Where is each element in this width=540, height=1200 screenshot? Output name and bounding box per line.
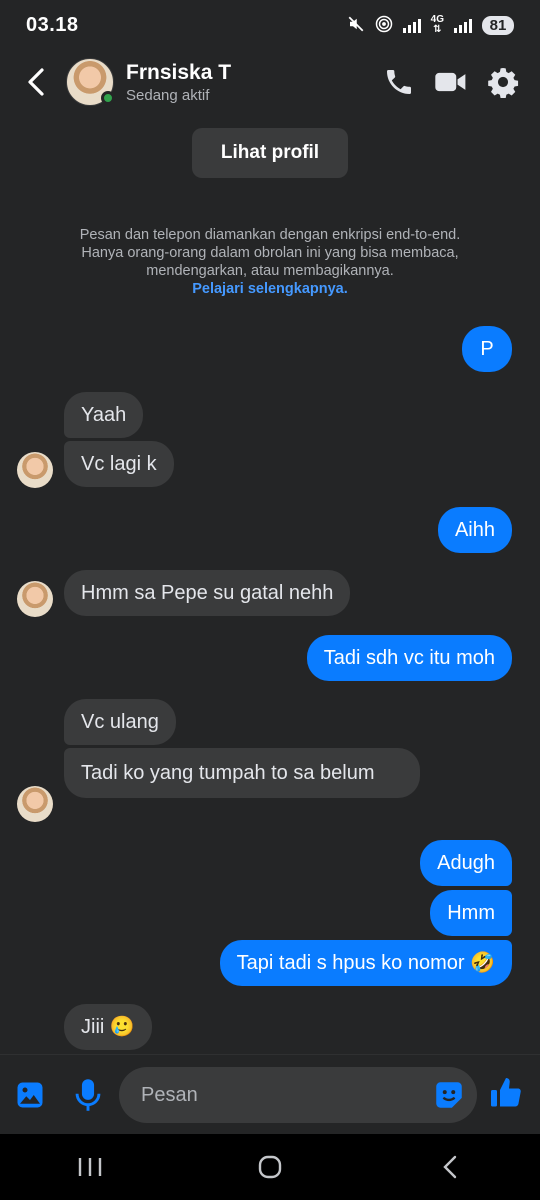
message-input-container bbox=[119, 1067, 477, 1123]
phone-icon bbox=[387, 70, 411, 94]
online-indicator bbox=[101, 91, 115, 105]
message-bubble-incoming[interactable]: Vc lagi k bbox=[64, 441, 174, 487]
microphone-icon bbox=[75, 1079, 101, 1111]
composer-bar bbox=[0, 1054, 540, 1134]
video-camera-icon bbox=[435, 72, 466, 92]
signal-icon-2 bbox=[454, 17, 472, 33]
home-button[interactable] bbox=[240, 1142, 300, 1192]
video-call-button[interactable] bbox=[434, 65, 468, 99]
message-bubble-incoming[interactable]: Tadi ko yang tumpah to sa belum bbox=[64, 748, 420, 798]
back-nav-button[interactable] bbox=[420, 1142, 480, 1192]
image-icon bbox=[17, 1082, 43, 1108]
back-arrow-icon bbox=[443, 1155, 457, 1179]
contact-avatar-small[interactable] bbox=[17, 452, 53, 488]
recents-button[interactable] bbox=[60, 1142, 120, 1192]
network-type: 4G ⇅ bbox=[430, 14, 444, 35]
system-navigation-bar bbox=[0, 1134, 540, 1200]
learn-more-link[interactable]: Pelajari selengkapnya. bbox=[60, 280, 480, 298]
view-profile-button[interactable]: Lihat profil bbox=[192, 128, 348, 178]
contact-name: Frnsiska T bbox=[126, 60, 232, 84]
encryption-notice: Pesan dan telepon diamankan dengan enkri… bbox=[60, 226, 480, 298]
battery-indicator: 81 bbox=[482, 15, 514, 35]
sticker-icon bbox=[436, 1082, 462, 1108]
voice-message-button[interactable] bbox=[68, 1075, 108, 1115]
signal-icon bbox=[402, 17, 421, 33]
header-actions bbox=[382, 65, 520, 99]
message-bubble-incoming[interactable]: Vc ulang bbox=[64, 699, 176, 745]
message-bubble-incoming[interactable]: Jiii 🥲 bbox=[64, 1004, 152, 1050]
settings-button[interactable] bbox=[486, 65, 520, 99]
gear-icon bbox=[488, 68, 519, 98]
voice-call-button[interactable] bbox=[382, 65, 416, 99]
contact-avatar-small[interactable] bbox=[17, 581, 53, 617]
message-bubble-incoming[interactable]: Yaah bbox=[64, 392, 144, 438]
contact-info[interactable]: Frnsiska T Sedang aktif bbox=[126, 61, 231, 104]
contact-status: Sedang aktif bbox=[126, 86, 210, 104]
contact-avatar[interactable] bbox=[66, 58, 115, 106]
message-bubble-incoming[interactable]: Hmm sa Pepe su gatal nehh bbox=[64, 570, 351, 616]
contact-avatar-small[interactable] bbox=[17, 786, 53, 822]
thumbs-up-icon bbox=[491, 1078, 521, 1107]
back-button[interactable] bbox=[16, 62, 56, 102]
conversation: Lihat profil Pesan dan telepon diamankan… bbox=[0, 114, 540, 1054]
status-bar: 03.18 4G ⇅ 81 bbox=[0, 0, 540, 50]
message-bubble-outgoing[interactable]: Aihh bbox=[437, 507, 512, 553]
message-bubble-outgoing[interactable]: Tapi tadi s hpus ko nomor 🤣 bbox=[219, 940, 512, 986]
sticker-button[interactable] bbox=[429, 1075, 469, 1115]
gallery-button[interactable] bbox=[10, 1075, 50, 1115]
status-icons: 4G ⇅ 81 bbox=[347, 15, 514, 36]
chat-header: Frnsiska T Sedang aktif bbox=[0, 50, 540, 114]
status-time: 03.18 bbox=[26, 13, 79, 36]
home-icon bbox=[258, 1155, 282, 1179]
message-bubble-outgoing[interactable]: P bbox=[462, 326, 512, 372]
message-bubble-outgoing[interactable]: Adugh bbox=[420, 840, 512, 886]
chevron-left-icon bbox=[28, 68, 44, 96]
mute-icon bbox=[347, 15, 365, 36]
encryption-text: Pesan dan telepon diamankan dengan enkri… bbox=[79, 227, 461, 279]
like-button[interactable] bbox=[486, 1073, 526, 1113]
message-bubble-outgoing[interactable]: Tadi sdh vc itu moh bbox=[306, 635, 512, 681]
message-input[interactable] bbox=[119, 1067, 399, 1123]
hotspot-icon bbox=[375, 15, 393, 36]
recents-icon bbox=[78, 1158, 102, 1176]
message-bubble-outgoing[interactable]: Hmm bbox=[430, 890, 512, 936]
